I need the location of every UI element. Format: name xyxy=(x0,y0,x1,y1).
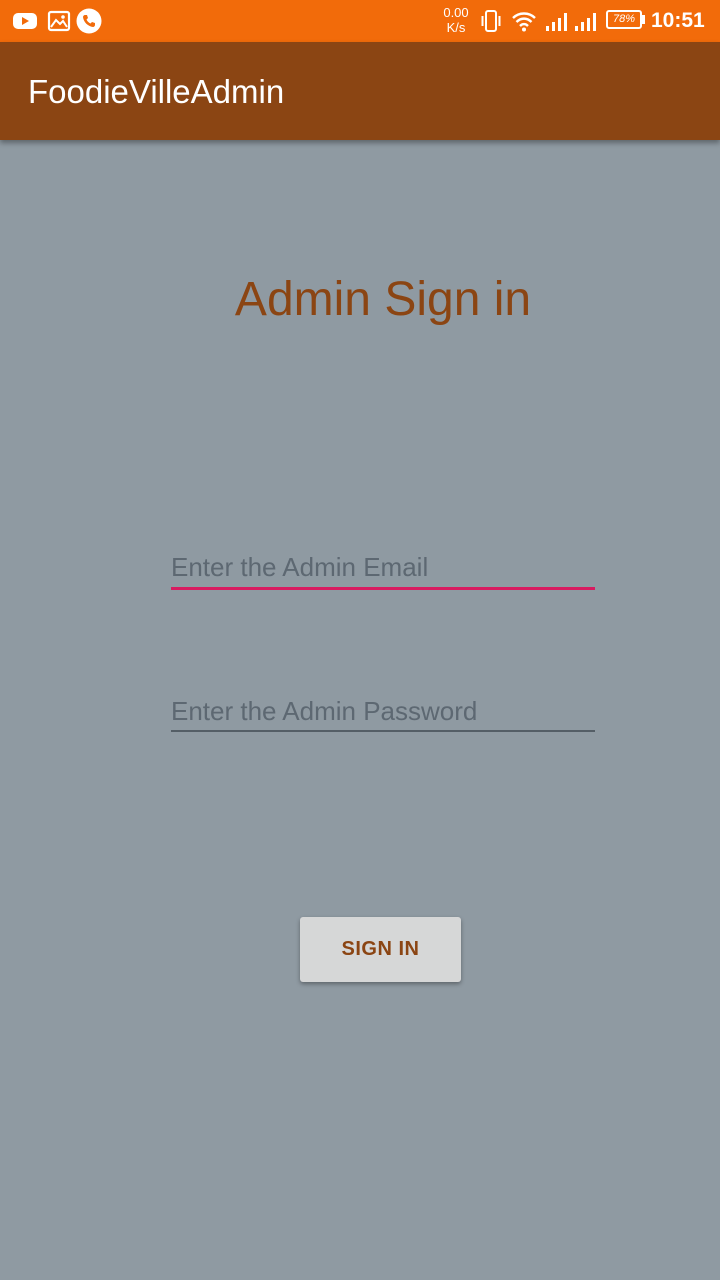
network-speed-value: 0.00 xyxy=(443,5,469,20)
sign-in-button[interactable]: SIGN IN xyxy=(300,917,461,982)
password-field[interactable] xyxy=(171,687,595,735)
email-field[interactable] xyxy=(171,543,595,591)
phone-call-icon xyxy=(76,8,102,34)
page-title: Admin Sign in xyxy=(234,273,532,326)
app-title: FoodieVilleAdmin xyxy=(28,73,285,110)
battery-percent: 78% xyxy=(612,13,636,25)
status-time: 10:51 xyxy=(651,9,705,32)
vibrate-icon xyxy=(481,10,501,32)
network-speed: 0.00 K/s xyxy=(438,5,474,35)
email-field-underline xyxy=(171,587,595,590)
battery-tip xyxy=(642,15,645,24)
status-bar: 0.00 K/s 78% 10:51 xyxy=(0,0,720,42)
wifi-icon xyxy=(512,12,536,32)
network-speed-unit: K/s xyxy=(446,20,466,35)
app-bar: FoodieVilleAdmin xyxy=(0,42,720,140)
youtube-icon xyxy=(13,13,37,29)
signal-icon-2 xyxy=(575,13,596,31)
gallery-icon xyxy=(47,10,71,32)
signal-icon-1 xyxy=(546,13,567,31)
battery-icon: 78% xyxy=(606,10,642,29)
password-field-underline xyxy=(171,730,595,732)
